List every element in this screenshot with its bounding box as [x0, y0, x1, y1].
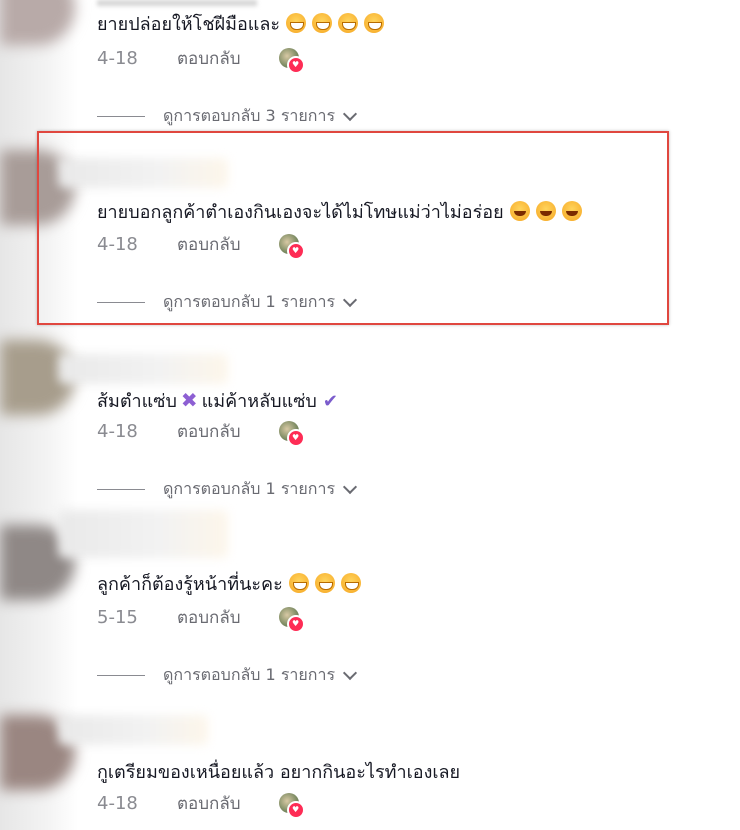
- creator-liked-avatar: ♥: [278, 793, 305, 819]
- comment-meta: 4-18 ตอบกลับ ♥: [97, 418, 305, 447]
- grin-emoji-icon: [338, 13, 359, 33]
- divider-line: [97, 115, 145, 117]
- highlight-box: [37, 131, 669, 325]
- creator-liked-avatar: ♥: [278, 48, 305, 74]
- comment-date: 4-18: [97, 792, 138, 814]
- view-replies-label: ดูการตอบกลับ 3 รายการ: [163, 105, 336, 125]
- username-blurred: [58, 510, 228, 558]
- chevron-down-icon: [342, 106, 358, 121]
- reply-button[interactable]: ตอบกลับ: [177, 45, 241, 72]
- grin-emoji-icon: [314, 573, 335, 593]
- cropped-username: [97, 0, 257, 6]
- creator-liked-avatar: ♥: [278, 421, 305, 447]
- grin-emoji-icon: [286, 13, 307, 33]
- view-replies-button[interactable]: ดูการตอบกลับ 3 รายการ: [97, 105, 358, 127]
- divider-line: [97, 488, 145, 490]
- username-blurred: [58, 715, 208, 745]
- left-edge-strip: [0, 0, 78, 830]
- comment-date: 5-15: [97, 606, 138, 628]
- grin-emoji-icon: [340, 573, 361, 593]
- comment-text: กูเตรียมของเหนื่อยแล้ว อยากกินอะไรทำเองเ…: [97, 762, 461, 783]
- heart-icon: ♥: [286, 429, 305, 447]
- heart-icon: ♥: [286, 615, 305, 633]
- reply-button[interactable]: ตอบกลับ: [177, 604, 241, 631]
- username-blurred: [58, 354, 228, 384]
- divider-line: [97, 674, 145, 676]
- comment-date: 4-18: [97, 420, 138, 442]
- comment-meta: 4-18 ตอบกลับ ♥: [97, 790, 305, 819]
- heart-icon: ♥: [286, 56, 305, 74]
- chevron-down-icon: [342, 665, 358, 680]
- grin-emoji-icon: [364, 13, 385, 33]
- grin-emoji-icon: [312, 13, 333, 33]
- reply-button[interactable]: ตอบกลับ: [177, 418, 241, 445]
- cross-mark-icon: ✖: [180, 388, 198, 412]
- comment-meta: 4-18 ตอบกลับ ♥: [97, 45, 305, 74]
- comment-meta: 5-15 ตอบกลับ ♥: [97, 604, 305, 633]
- comment-text: ยายปล่อยให้โชฝีมือและ: [97, 13, 385, 37]
- comment-text: ส้มตำแซ่บ ✖ แม่ค้าหลับแซ่บ ✔: [97, 388, 338, 412]
- heart-icon: ♥: [286, 801, 305, 819]
- grin-emoji-icon: [288, 573, 309, 593]
- view-replies-button[interactable]: ดูการตอบกลับ 1 รายการ: [97, 478, 358, 500]
- check-mark-icon: ✔: [322, 391, 338, 412]
- reply-button[interactable]: ตอบกลับ: [177, 790, 241, 817]
- view-replies-label: ดูการตอบกลับ 1 รายการ: [163, 664, 336, 684]
- chevron-down-icon: [342, 479, 358, 494]
- view-replies-label: ดูการตอบกลับ 1 รายการ: [163, 478, 336, 498]
- view-replies-button[interactable]: ดูการตอบกลับ 1 รายการ: [97, 664, 358, 686]
- comment-date: 4-18: [97, 47, 138, 69]
- comment-text: ลูกค้าก็ต้องรู้หน้าที่นะคะ: [97, 573, 361, 597]
- creator-liked-avatar: ♥: [278, 607, 305, 633]
